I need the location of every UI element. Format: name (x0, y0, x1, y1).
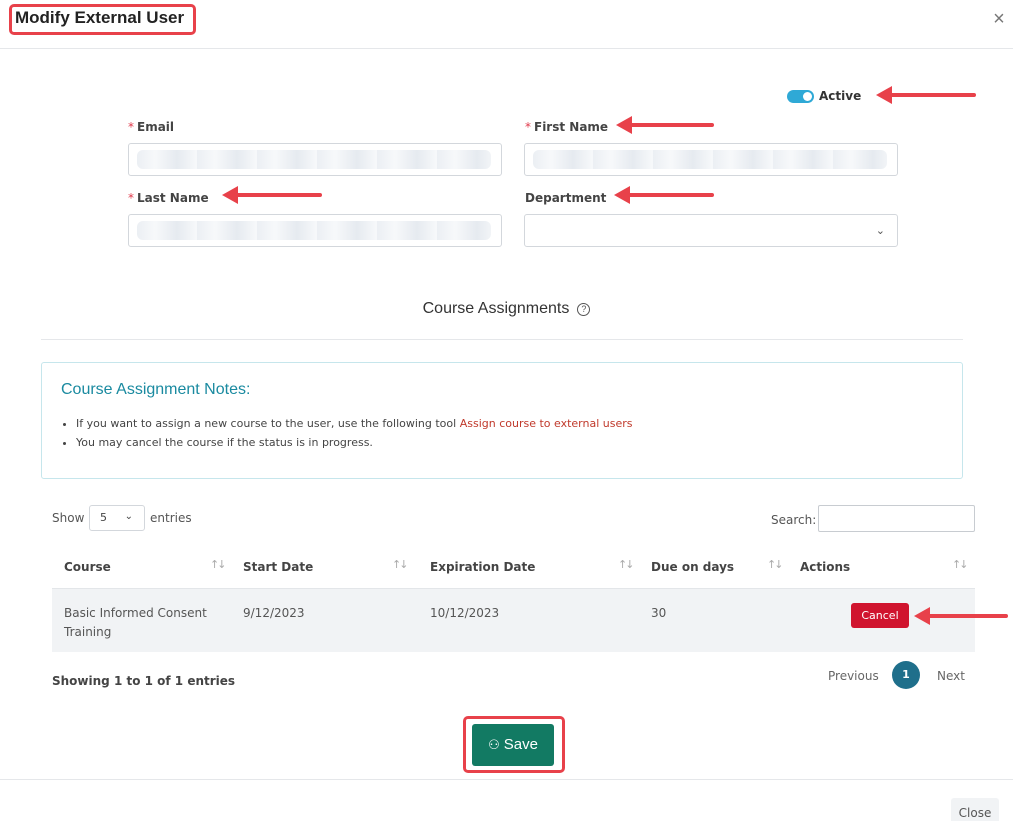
section-divider (41, 339, 963, 340)
annotation-arrow (914, 607, 1008, 625)
sort-icon[interactable]: ↑↓ (392, 558, 409, 571)
cell-start-date: 9/12/2023 (243, 606, 305, 620)
email-field[interactable] (128, 143, 502, 176)
chevron-down-icon: ⌄ (875, 224, 885, 237)
notes-list: If you want to assign a new course to th… (76, 417, 633, 455)
cell-expiration-date: 10/12/2023 (430, 606, 500, 620)
user-edit-icon: ⚇ (488, 737, 500, 752)
annotation-arrow (876, 86, 976, 104)
next-page-button[interactable]: Next (937, 669, 965, 683)
cell-course: Basic Informed Consent Training (64, 606, 207, 639)
email-label: * Email (128, 120, 174, 134)
close-button[interactable]: Close (951, 798, 999, 821)
first-name-field[interactable] (524, 143, 898, 176)
table-row: Basic Informed Consent Training 9/12/202… (52, 588, 975, 652)
cell-due-on-days: 30 (651, 606, 667, 620)
note-item: If you want to assign a new course to th… (76, 417, 633, 430)
note-text: You may cancel the course if the status … (76, 436, 373, 449)
chevron-down-icon: ⌄ (124, 511, 133, 522)
cancel-course-button[interactable]: Cancel (851, 603, 909, 628)
header-divider (0, 48, 1013, 49)
table-header: Course ↑↓ Start Date ↑↓ Expiration Date … (52, 548, 975, 588)
previous-page-button[interactable]: Previous (828, 669, 879, 683)
active-label: Active (819, 89, 862, 103)
column-expiration-date[interactable]: Expiration Date (430, 560, 535, 574)
required-mark: * (128, 191, 134, 205)
assign-course-link[interactable]: Assign course to external users (460, 417, 633, 430)
page-size-value: 5 (100, 511, 107, 524)
page-size-select[interactable]: 5 ⌄ (89, 505, 145, 531)
redacted-value (533, 150, 887, 169)
column-start-date[interactable]: Start Date (243, 560, 313, 574)
show-label: Show (52, 511, 85, 525)
entries-summary: Showing 1 to 1 of 1 entries (52, 674, 236, 688)
column-due-on-days[interactable]: Due on days (651, 560, 734, 574)
page-1-button[interactable]: 1 (892, 661, 920, 689)
footer-divider (0, 779, 1013, 780)
entries-label: entries (150, 511, 192, 525)
question-circle-icon[interactable]: ? (577, 303, 591, 316)
redacted-value (137, 221, 491, 240)
toggle-knob (803, 92, 812, 101)
course-assignments-title-text: Course Assignments (422, 300, 570, 317)
last-name-label-text: Last Name (137, 191, 209, 205)
required-mark: * (525, 120, 531, 134)
save-button[interactable]: ⚇ Save (472, 724, 554, 766)
note-item: You may cancel the course if the status … (76, 436, 633, 449)
course-assignments-title: Course Assignments? (0, 300, 1013, 318)
close-icon[interactable]: × (990, 9, 1008, 29)
last-name-label: * Last Name (128, 191, 209, 205)
sort-icon[interactable]: ↑↓ (210, 558, 227, 571)
first-name-label-text: First Name (534, 120, 609, 134)
annotation-arrow (614, 186, 714, 204)
notes-title: Course Assignment Notes: (61, 381, 251, 398)
title-highlight (9, 4, 196, 35)
course-notes-panel: Course Assignment Notes: If you want to … (41, 362, 963, 479)
sort-icon[interactable]: ↑↓ (952, 558, 969, 571)
search-input[interactable] (818, 505, 975, 532)
column-course[interactable]: Course (64, 560, 111, 574)
first-name-label: * First Name (525, 120, 608, 134)
save-label: Save (503, 736, 538, 753)
last-name-field[interactable] (128, 214, 502, 247)
note-text: If you want to assign a new course to th… (76, 417, 460, 430)
active-toggle[interactable] (787, 90, 814, 103)
sort-icon[interactable]: ↑↓ (618, 558, 635, 571)
redacted-value (137, 150, 491, 169)
sort-icon[interactable]: ↑↓ (767, 558, 784, 571)
annotation-arrow (222, 186, 322, 204)
department-select[interactable]: ⌄ (524, 214, 898, 247)
email-label-text: Email (137, 120, 175, 134)
department-label-text: Department (525, 191, 607, 205)
annotation-arrow (616, 116, 714, 134)
required-mark: * (128, 120, 134, 134)
column-actions[interactable]: Actions (800, 560, 850, 574)
department-label: Department (525, 191, 606, 205)
search-label: Search: (771, 513, 817, 527)
